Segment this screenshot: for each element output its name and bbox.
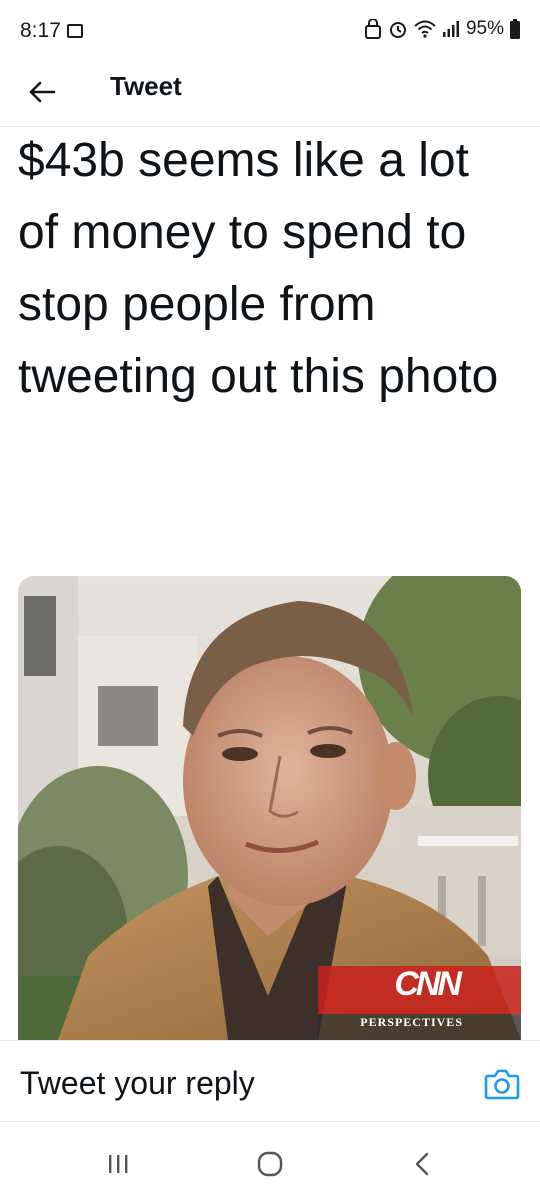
camera-icon [484,1069,520,1100]
recent-apps-button[interactable] [88,1144,148,1184]
back-arrow-icon [29,81,56,103]
status-time: 8:17 [20,19,61,42]
battery-icon [510,19,520,39]
recent-apps-icon [109,1155,128,1173]
reply-input[interactable]: Tweet your reply [20,1065,255,1102]
tweet-photo[interactable]: CNN PERSPECTIVES [18,576,521,1040]
back-nav-button[interactable] [392,1144,452,1184]
status-bar: 8:17 95% [0,0,540,62]
home-button[interactable] [240,1144,300,1184]
alarm-icon [389,22,406,38]
tweet-header: Tweet [0,62,540,127]
signal-icon [442,21,459,37]
reply-bar: Tweet your reply [0,1040,540,1122]
lock-alarm-icon [364,19,381,39]
cnn-caption: PERSPECTIVES [360,1015,463,1029]
gallery-icon [67,24,83,38]
cnn-logo: CNN [394,965,462,1003]
page-title: Tweet [110,71,182,101]
battery-percent: 95% [465,18,504,39]
back-icon [415,1152,429,1176]
back-button[interactable] [22,72,62,112]
status-icons: 95% [364,18,520,40]
wifi-icon [414,20,436,38]
home-icon [257,1151,283,1177]
camera-button[interactable] [484,1067,520,1101]
tweet-text: $43b seems like a lot of money to spend … [18,134,499,403]
system-nav-bar [0,1122,540,1200]
